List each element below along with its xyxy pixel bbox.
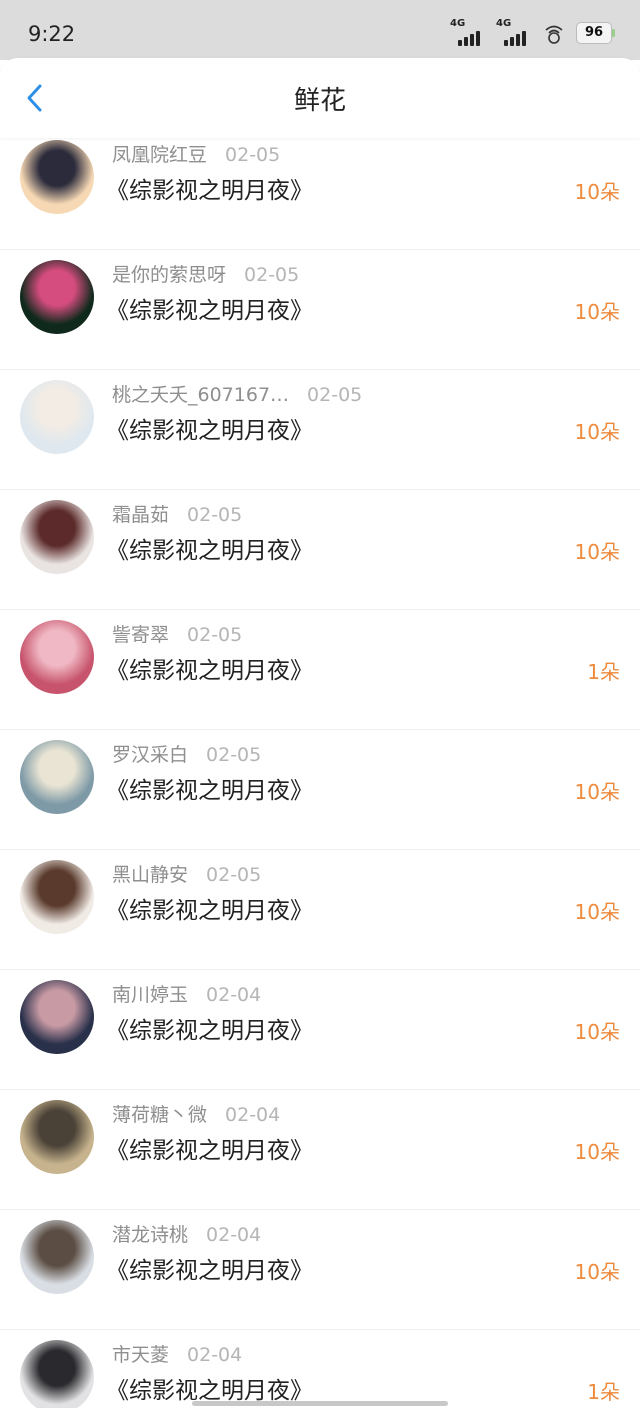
list-item[interactable]: 薄荷糖丶微 02-04 《综影视之明月夜》 10朵 bbox=[0, 1090, 640, 1210]
hotspot-icon bbox=[545, 25, 563, 44]
date: 02-05 bbox=[206, 744, 262, 766]
row-meta: 凤凰院红豆 02-05 bbox=[112, 140, 280, 167]
page-title: 鲜花 bbox=[293, 86, 346, 116]
book-title: 《综影视之明月夜》 bbox=[106, 1138, 313, 1164]
book-title: 《综影视之明月夜》 bbox=[106, 418, 313, 444]
date: 02-05 bbox=[307, 384, 363, 406]
flower-count: 10朵 bbox=[574, 180, 620, 204]
row-meta: 薄荷糖丶微 02-04 bbox=[112, 1100, 280, 1127]
avatar[interactable] bbox=[20, 740, 94, 814]
avatar[interactable] bbox=[20, 380, 94, 454]
flower-count: 10朵 bbox=[574, 540, 620, 564]
list-item[interactable]: 霜晶茹 02-05 《综影视之明月夜》 10朵 bbox=[0, 490, 640, 610]
list-item[interactable]: 潜龙诗桃 02-04 《综影视之明月夜》 10朵 bbox=[0, 1210, 640, 1330]
flower-count: 10朵 bbox=[574, 1260, 620, 1284]
row-meta: 是你的萦思呀 02-05 bbox=[112, 260, 299, 287]
date: 02-04 bbox=[206, 1224, 262, 1246]
avatar[interactable] bbox=[20, 1340, 94, 1408]
nav-header: 鲜花 bbox=[0, 58, 640, 138]
date: 02-05 bbox=[187, 504, 243, 526]
username[interactable]: 罗汉采白 bbox=[112, 744, 188, 766]
book-title: 《综影视之明月夜》 bbox=[106, 898, 313, 924]
signal-icon-2: 4G bbox=[496, 18, 532, 48]
username[interactable]: 南川婷玉 bbox=[112, 984, 188, 1006]
row-meta: 南川婷玉 02-04 bbox=[112, 980, 261, 1007]
flower-count: 10朵 bbox=[574, 900, 620, 924]
book-title: 《综影视之明月夜》 bbox=[106, 778, 313, 804]
avatar[interactable] bbox=[20, 860, 94, 934]
network-type-1: 4G bbox=[450, 18, 466, 29]
book-title: 《综影视之明月夜》 bbox=[106, 1018, 313, 1044]
flower-count: 10朵 bbox=[574, 1140, 620, 1164]
username[interactable]: 潜龙诗桃 bbox=[112, 1224, 188, 1246]
date: 02-05 bbox=[225, 144, 281, 166]
date: 02-04 bbox=[187, 1344, 243, 1366]
date: 02-04 bbox=[206, 984, 262, 1006]
list-item[interactable]: 訾寄翠 02-05 《综影视之明月夜》 1朵 bbox=[0, 610, 640, 730]
date: 02-05 bbox=[244, 264, 300, 286]
row-meta: 市天菱 02-04 bbox=[112, 1340, 242, 1367]
list-item[interactable]: 南川婷玉 02-04 《综影视之明月夜》 10朵 bbox=[0, 970, 640, 1090]
avatar[interactable] bbox=[20, 620, 94, 694]
username[interactable]: 是你的萦思呀 bbox=[112, 264, 226, 286]
flower-count: 1朵 bbox=[587, 1380, 620, 1404]
network-type-2: 4G bbox=[496, 18, 512, 29]
date: 02-05 bbox=[206, 864, 262, 886]
row-meta: 霜晶茹 02-05 bbox=[112, 500, 242, 527]
signal-icon-1: 4G bbox=[450, 18, 486, 48]
flower-count: 10朵 bbox=[574, 420, 620, 444]
row-meta: 黑山静安 02-05 bbox=[112, 860, 261, 887]
username[interactable]: 霜晶茹 bbox=[112, 504, 169, 526]
status-bar: 9:22 4G 4G 96 bbox=[0, 0, 640, 60]
book-title: 《综影视之明月夜》 bbox=[106, 1378, 313, 1404]
flower-list[interactable]: 凤凰院红豆 02-05 《综影视之明月夜》 10朵 是你的萦思呀 02-05 《综影视之明月… bbox=[0, 130, 640, 1408]
list-item[interactable]: 罗汉采白 02-05 《综影视之明月夜》 10朵 bbox=[0, 730, 640, 850]
status-time: 9:22 bbox=[28, 22, 76, 46]
date: 02-04 bbox=[225, 1104, 281, 1126]
list-item[interactable]: 市天菱 02-04 《综影视之明月夜》 1朵 bbox=[0, 1330, 640, 1408]
flower-count: 10朵 bbox=[574, 300, 620, 324]
battery-level: 96 bbox=[584, 25, 604, 40]
list-item[interactable]: 桃之夭夭_607167… 02-05 《综影视之明月夜》 10朵 bbox=[0, 370, 640, 490]
username[interactable]: 薄荷糖丶微 bbox=[112, 1104, 207, 1126]
avatar[interactable] bbox=[20, 260, 94, 334]
avatar[interactable] bbox=[20, 500, 94, 574]
book-title: 《综影视之明月夜》 bbox=[106, 658, 313, 684]
list-item[interactable]: 凤凰院红豆 02-05 《综影视之明月夜》 10朵 bbox=[0, 130, 640, 250]
avatar[interactable] bbox=[20, 1100, 94, 1174]
list-item[interactable]: 是你的萦思呀 02-05 《综影视之明月夜》 10朵 bbox=[0, 250, 640, 370]
row-meta: 潜龙诗桃 02-04 bbox=[112, 1220, 261, 1247]
avatar[interactable] bbox=[20, 140, 94, 214]
avatar[interactable] bbox=[20, 980, 94, 1054]
username[interactable]: 黑山静安 bbox=[112, 864, 188, 886]
flower-count: 10朵 bbox=[574, 1020, 620, 1044]
username[interactable]: 市天菱 bbox=[112, 1344, 169, 1366]
book-title: 《综影视之明月夜》 bbox=[106, 298, 313, 324]
row-meta: 桃之夭夭_607167… 02-05 bbox=[112, 380, 362, 407]
flower-count: 10朵 bbox=[574, 780, 620, 804]
book-title: 《综影视之明月夜》 bbox=[106, 538, 313, 564]
date: 02-05 bbox=[187, 624, 243, 646]
username[interactable]: 凤凰院红豆 bbox=[112, 144, 207, 166]
username[interactable]: 訾寄翠 bbox=[112, 624, 169, 646]
username[interactable]: 桃之夭夭_607167… bbox=[112, 384, 289, 406]
home-indicator[interactable] bbox=[192, 1401, 448, 1406]
row-meta: 訾寄翠 02-05 bbox=[112, 620, 242, 647]
row-meta: 罗汉采白 02-05 bbox=[112, 740, 261, 767]
avatar[interactable] bbox=[20, 1220, 94, 1294]
book-title: 《综影视之明月夜》 bbox=[106, 178, 313, 204]
battery-icon: 96 bbox=[576, 22, 615, 44]
flower-count: 1朵 bbox=[587, 660, 620, 684]
status-icons: 4G 4G 96 bbox=[450, 16, 615, 50]
list-item[interactable]: 黑山静安 02-05 《综影视之明月夜》 10朵 bbox=[0, 850, 640, 970]
book-title: 《综影视之明月夜》 bbox=[106, 1258, 313, 1284]
